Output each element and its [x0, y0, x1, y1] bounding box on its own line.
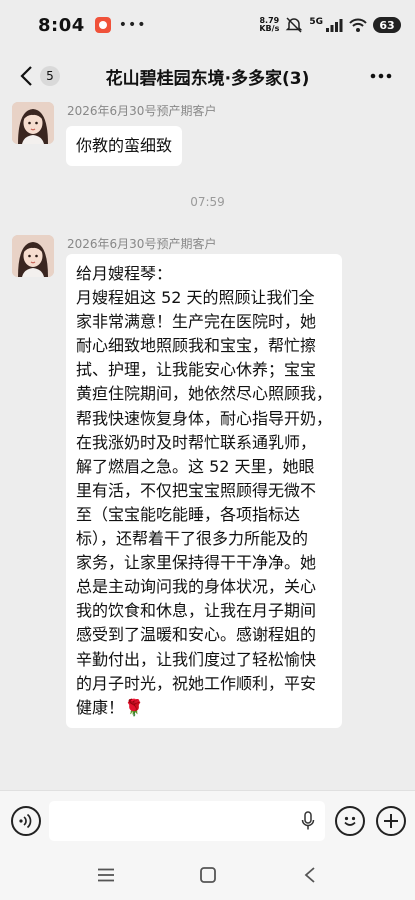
system-back-button[interactable] — [290, 855, 330, 895]
message-text-line: 总是主动询问我的身体状况，关心 — [76, 577, 317, 597]
network-type: 5G — [309, 17, 323, 27]
signal-icon — [326, 19, 343, 32]
message-timestamp: 07:59 — [190, 195, 225, 209]
message-bubble[interactable]: 给月嫂程琴： 月嫂程姐这 52 天的照顾让我们全 家非常满意！生产完在医院时，她… — [66, 254, 343, 728]
chat-header: 5 花山碧桂园东境·多多家(3) — [0, 50, 415, 102]
voice-wave-icon — [19, 813, 32, 828]
message-text-line: 在我涨奶时及时帮忙联系通乳师， — [76, 432, 317, 452]
message-text-line: 耐心细致地照顾我和宝宝，帮忙擦 — [76, 336, 317, 356]
plus-icon — [384, 813, 398, 828]
message-text-line: 标），还帮着干了很多力所能及的 — [76, 529, 309, 549]
unread-count-badge: 5 — [40, 66, 60, 86]
message-text-line: 月嫂程姐这 52 天的照顾让我们全 — [76, 288, 315, 308]
message-text-line: 感受到了温暖和安心。感谢程姐的 — [76, 625, 317, 645]
message-text-line: 的月子时光，祝她工作顺利，平安 — [76, 673, 317, 693]
message-text-line: 帮我快速恢复身体，耐心指导开奶， — [76, 408, 333, 428]
message-text-line: 辛勤付出，让我们度过了轻松愉快 — [76, 649, 317, 669]
more-options-button[interactable] — [361, 56, 401, 96]
avatar[interactable] — [12, 102, 54, 144]
message-text-line: 家务，让家里保持得干干净净。她 — [76, 553, 317, 573]
menu-icon — [97, 868, 114, 882]
chat-title: 花山碧桂园东境·多多家(3) — [105, 68, 310, 89]
sender-name: 2026年6月30号预产期客户 — [67, 237, 217, 251]
recent-apps-button[interactable] — [86, 855, 126, 895]
more-notifications-icon: ••• — [118, 17, 147, 33]
smiley-icon — [344, 816, 356, 826]
sender-name: 2026年6月30号预产期客户 — [67, 104, 217, 118]
message-text-field[interactable] — [59, 811, 279, 830]
mute-icon — [286, 17, 303, 33]
back-button[interactable] — [12, 56, 40, 96]
message-text-line: 给月嫂程琴： — [76, 264, 173, 283]
message-text-line: 我的饮食和休息，让我在月子期间 — [76, 601, 317, 621]
message-text-line: 解了燃眉之急。这 52 天里，她眼 — [76, 456, 315, 476]
message-input-bar — [0, 790, 415, 850]
wifi-icon — [349, 18, 367, 32]
more-icon — [370, 73, 392, 79]
message-text-line: 黄疸住院期间，她依然尽心照顾我， — [76, 384, 333, 404]
microphone-icon[interactable] — [301, 810, 315, 831]
home-button[interactable] — [188, 855, 228, 895]
status-bar: 8:04 ••• 8.79 KB/s 5G 63 — [0, 0, 415, 50]
message-text-line: 至（宝宝能吃能睡，各项指标达 — [76, 504, 301, 524]
emoji-button[interactable] — [335, 805, 365, 836]
net-speed-unit: KB/s — [259, 24, 280, 33]
app-notification-icon — [94, 17, 111, 33]
message-text-line: 里有活，不仅把宝宝照顾得无微不 — [76, 480, 317, 500]
message-input[interactable] — [49, 800, 325, 841]
status-time: 8:04 — [38, 14, 85, 36]
avatar[interactable] — [12, 235, 54, 277]
voice-mode-button[interactable] — [11, 805, 41, 836]
chevron-left-icon — [20, 66, 32, 86]
message-text-line: 家非常满意！生产完在医院时，她 — [76, 312, 317, 332]
avatar-image — [12, 235, 54, 277]
battery-indicator: 63 — [373, 17, 401, 33]
message-text-line: 健康！🌹 — [76, 697, 144, 717]
system-navigation-bar — [0, 850, 415, 900]
status-indicators: 8.79 KB/s 5G 63 — [259, 17, 401, 33]
home-square-icon — [199, 867, 216, 883]
message-bubble[interactable]: 你教的蛮细致 — [66, 126, 183, 167]
avatar-image — [12, 102, 54, 144]
message-list[interactable]: 2026年6月30号预产期客户 你教的蛮细致 07:59 2026年6月30号预… — [0, 102, 415, 790]
message-text-line: 拭、护理，让我能安心休养；宝宝 — [76, 360, 317, 380]
back-triangle-icon — [304, 867, 315, 883]
message-text-line: 你教的蛮细致 — [76, 136, 173, 155]
more-actions-button[interactable] — [376, 805, 406, 836]
net-speed: 8.79 KB/s — [259, 17, 279, 33]
